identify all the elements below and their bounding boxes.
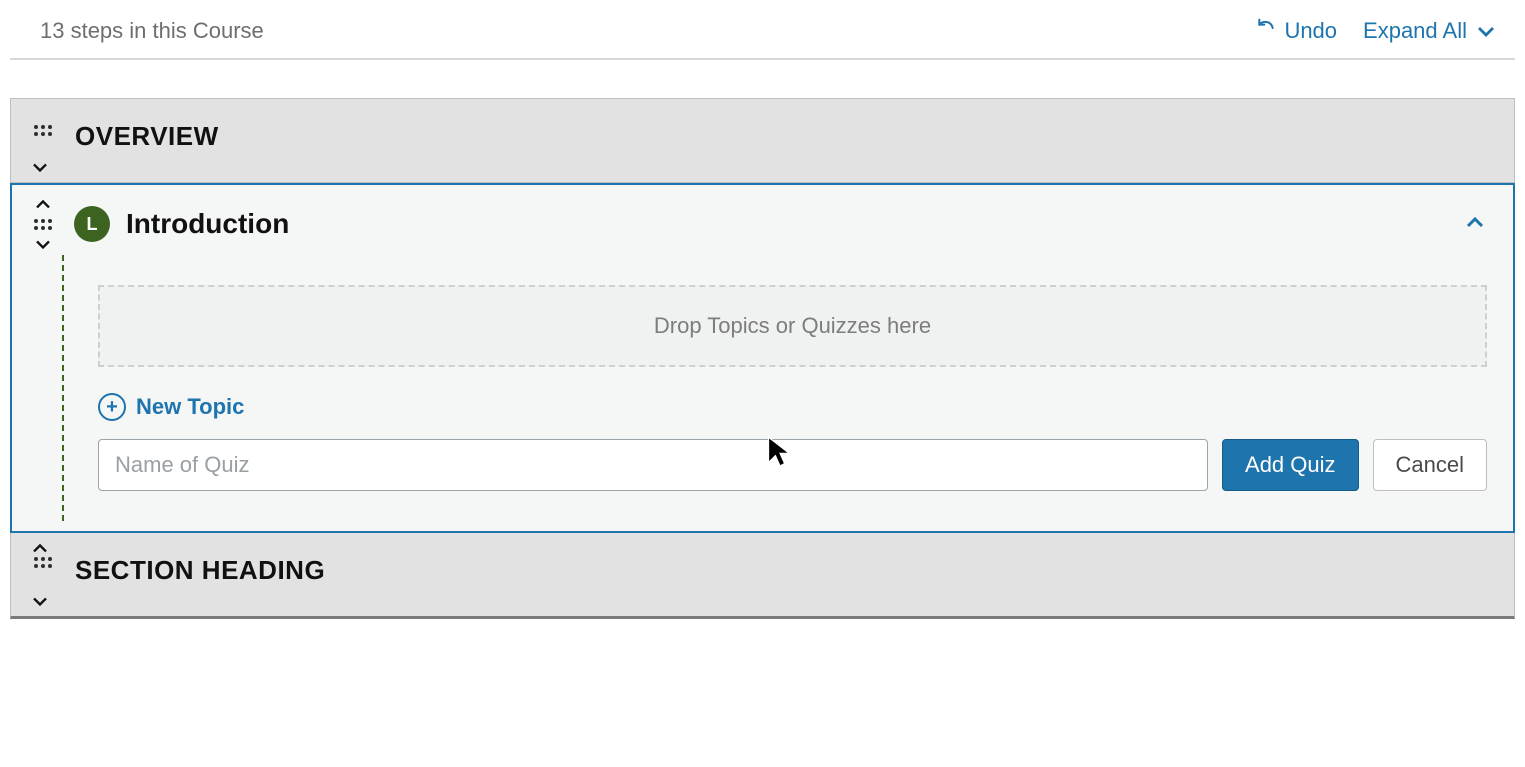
undo-label: Undo xyxy=(1284,18,1337,44)
add-quiz-row: Add Quiz Cancel xyxy=(98,439,1487,491)
dropzone[interactable]: Drop Topics or Quizzes here xyxy=(98,285,1487,367)
plus-circle-icon: + xyxy=(98,393,126,421)
section-heading: SECTION HEADING xyxy=(10,533,1515,619)
section-overview-header[interactable]: OVERVIEW xyxy=(11,99,1514,160)
chevron-down-icon[interactable] xyxy=(31,160,49,174)
lesson-header[interactable]: L Introduction xyxy=(12,185,1513,255)
chevron-down-icon xyxy=(1477,18,1495,44)
step-count-text: 13 steps in this Course xyxy=(40,18,264,44)
add-quiz-button[interactable]: Add Quiz xyxy=(1222,439,1359,491)
chevron-down-icon[interactable] xyxy=(34,237,52,251)
section-overview-title: OVERVIEW xyxy=(57,113,219,152)
drag-handle-icon[interactable] xyxy=(32,217,54,231)
cancel-button[interactable]: Cancel xyxy=(1373,439,1487,491)
top-actions: Undo Expand All xyxy=(1256,18,1495,44)
chevron-down-icon[interactable] xyxy=(31,594,49,608)
section-overview: OVERVIEW xyxy=(10,98,1515,183)
lesson-type-icon: L xyxy=(74,206,110,242)
drag-handle-icon[interactable] xyxy=(32,555,54,569)
section-heading-header[interactable]: SECTION HEADING xyxy=(11,555,1514,594)
quiz-name-input[interactable] xyxy=(98,439,1208,491)
section-heading-title: SECTION HEADING xyxy=(57,555,325,586)
expand-all-button[interactable]: Expand All xyxy=(1363,18,1495,44)
dropzone-text: Drop Topics or Quizzes here xyxy=(654,313,931,338)
lesson-title: Introduction xyxy=(110,208,289,240)
drag-column xyxy=(29,113,57,137)
lesson-body: Drop Topics or Quizzes here + New Topic … xyxy=(12,255,1513,531)
undo-button[interactable]: Undo xyxy=(1256,18,1337,44)
tree-line xyxy=(62,255,64,521)
expand-all-label: Expand All xyxy=(1363,18,1467,44)
undo-icon xyxy=(1256,18,1276,44)
lesson-type-letter: L xyxy=(87,214,98,235)
new-topic-button[interactable]: + New Topic xyxy=(98,393,244,421)
drag-column xyxy=(29,555,57,569)
lesson-drag-column xyxy=(28,197,58,251)
topbar: 13 steps in this Course Undo Expand All xyxy=(10,0,1515,60)
chevron-up-icon[interactable] xyxy=(34,197,52,211)
chevron-up-icon[interactable] xyxy=(31,541,49,555)
lesson-panel-introduction: L Introduction Drop Topics or Quizzes he… xyxy=(10,183,1515,533)
collapse-button[interactable] xyxy=(1465,215,1495,234)
new-topic-label: New Topic xyxy=(136,394,244,420)
drag-handle-icon[interactable] xyxy=(32,123,54,137)
